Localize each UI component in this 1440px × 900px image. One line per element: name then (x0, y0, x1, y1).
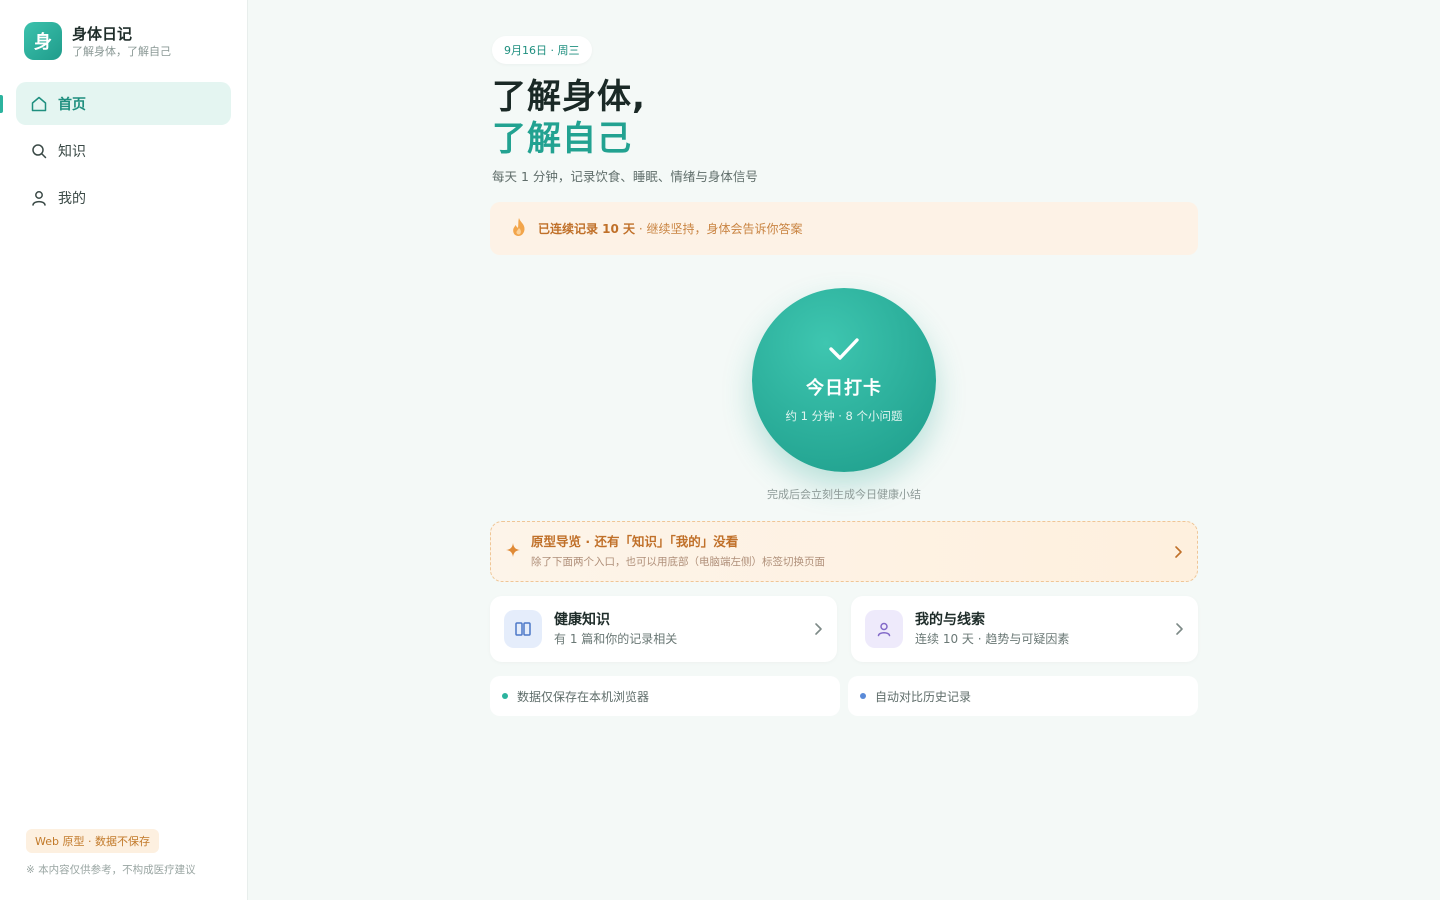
brand-text: 身体日记 了解身体，了解自己 (72, 24, 171, 59)
prototype-badge: Web 原型 · 数据不保存 (26, 829, 159, 853)
guide-subtitle: 除了下面两个入口，也可以用底部（电脑端左侧）标签切换页面 (531, 556, 825, 568)
sidebar-item-label: 首页 (58, 96, 86, 113)
check-icon (828, 336, 860, 366)
streak-count: 已连续记录 10 天 (538, 222, 636, 236)
chevron-right-icon (1173, 544, 1183, 563)
streak-message: · 继续坚持，身体会告诉你答案 (635, 222, 803, 236)
sidebar-item-label: 知识 (58, 143, 86, 160)
info-text: 数据仅保存在本机浏览器 (517, 689, 650, 704)
checkin-title: 今日打卡 (806, 378, 882, 399)
checkin-note: 完成后会立刻生成今日健康小结 (767, 488, 921, 501)
local-storage-info: 数据仅保存在本机浏览器 (490, 676, 840, 716)
sidebar: 身 身体日记 了解身体，了解自己 首页 知识 我的 Web 原型 · 数据不保存… (0, 0, 248, 900)
guide-title: 原型导览 · 还有「知识」「我的」没看 (531, 534, 739, 549)
active-nav-indicator (0, 95, 3, 113)
guide-text: 原型导览 · 还有「知识」「我的」没看 除了下面两个入口，也可以用底部（电脑端左… (531, 533, 825, 570)
brand-logo: 身 (24, 22, 62, 60)
sidebar-nav: 首页 知识 我的 (16, 82, 231, 223)
card-title: 我的与线索 (915, 611, 985, 628)
brand-title: 身体日记 (72, 24, 133, 43)
history-compare-info: 自动对比历史记录 (848, 676, 1198, 716)
sparkle-icon (505, 542, 521, 562)
date-pill: 9月16日 · 周三 (492, 36, 592, 64)
health-knowledge-card[interactable]: 健康知识 有 1 篇和你的记录相关 (490, 596, 837, 662)
headline-line2: 了解自己 (492, 119, 632, 159)
search-icon (30, 142, 48, 160)
medical-disclaimer: ※ 本内容仅供参考，不构成医疗建议 (26, 864, 196, 876)
headline-line1: 了解身体, (492, 77, 646, 117)
my-clues-card[interactable]: 我的与线索 连续 10 天 · 趋势与可疑因素 (851, 596, 1198, 662)
brand-subtitle: 了解身体，了解自己 (72, 44, 171, 58)
checkin-subtitle: 约 1 分钟 · 8 个小问题 (785, 409, 903, 423)
brand[interactable]: 身 身体日记 了解身体，了解自己 (24, 22, 171, 60)
streak-banner: 已连续记录 10 天 · 继续坚持，身体会告诉你答案 (490, 202, 1198, 255)
chevron-right-icon (1174, 621, 1184, 640)
book-icon (504, 610, 542, 648)
card-text: 我的与线索 连续 10 天 · 趋势与可疑因素 (915, 611, 1069, 648)
sidebar-item-knowledge[interactable]: 知识 (16, 129, 231, 172)
flame-icon (510, 217, 528, 241)
status-dot (502, 693, 508, 699)
info-text: 自动对比历史记录 (875, 689, 972, 704)
user-icon (865, 610, 903, 648)
sidebar-item-home[interactable]: 首页 (16, 82, 231, 125)
home-icon (30, 95, 48, 113)
chevron-right-icon (813, 621, 823, 640)
status-dot (860, 693, 866, 699)
card-text: 健康知识 有 1 篇和你的记录相关 (554, 611, 677, 648)
sidebar-item-label: 我的 (58, 190, 86, 207)
user-icon (30, 189, 48, 207)
checkin-button[interactable]: 今日打卡 约 1 分钟 · 8 个小问题 (752, 288, 936, 472)
streak-text: 已连续记录 10 天 · 继续坚持，身体会告诉你答案 (538, 220, 803, 237)
card-subtitle: 连续 10 天 · 趋势与可疑因素 (915, 631, 1070, 646)
card-subtitle: 有 1 篇和你的记录相关 (554, 631, 678, 646)
headline-subtitle: 每天 1 分钟，记录饮食、睡眠、情绪与身体信号 (492, 169, 758, 184)
prototype-guide-banner[interactable]: 原型导览 · 还有「知识」「我的」没看 除了下面两个入口，也可以用底部（电脑端左… (490, 521, 1198, 582)
card-title: 健康知识 (554, 611, 610, 628)
sidebar-item-mine[interactable]: 我的 (16, 176, 231, 219)
